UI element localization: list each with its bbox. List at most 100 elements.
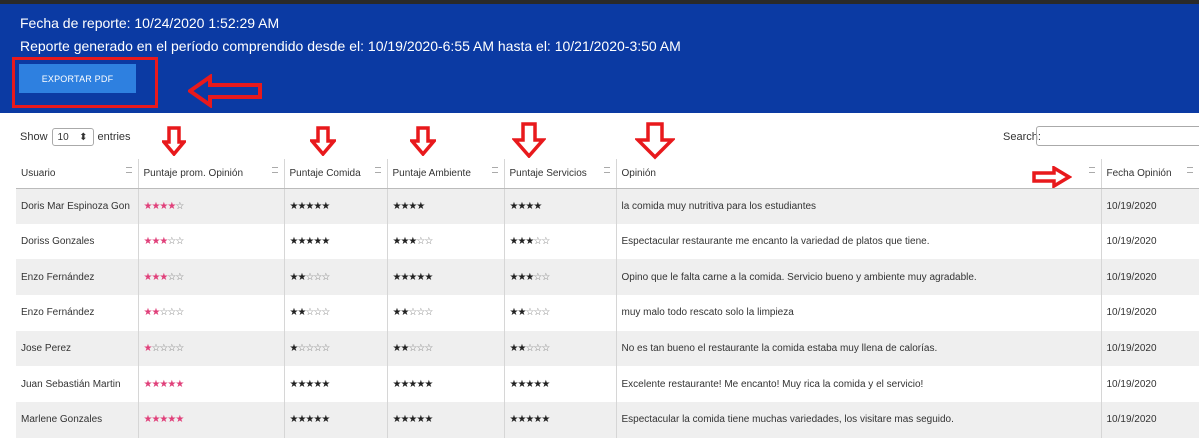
column-header-fecha-opinion[interactable]: Fecha Opinión xyxy=(1101,159,1199,189)
star-rating: ★★★★★ xyxy=(289,236,331,248)
cell-puntaje-ambiente: ★★★★★ xyxy=(387,259,505,296)
cell-fecha: 10/19/2020 xyxy=(1101,223,1199,260)
cell-fecha: 10/19/2020 xyxy=(1101,188,1199,224)
cell-puntaje-prom: ★★★★★ xyxy=(138,366,285,403)
cell-opinion: Espectacular restaurante me encanto la v… xyxy=(616,223,1102,260)
column-header-puntaje-servicios[interactable]: Puntaje Servicios xyxy=(504,159,617,189)
star-rating: ★★★★★ xyxy=(392,378,434,390)
star-rating: ★★★☆☆ xyxy=(392,236,434,248)
cell-fecha: 10/19/2020 xyxy=(1101,330,1199,367)
cell-puntaje-servicios: ★★★★★ xyxy=(504,366,617,403)
column-header-usuario[interactable]: Usuario xyxy=(16,159,139,189)
star-rating: ★★★☆☆ xyxy=(509,236,551,248)
star-rating: ★★★★★ xyxy=(143,414,185,426)
table-row[interactable]: Juan Sebastián Martin ★★★★★ ★★★★★ ★★★★★ ★★★★… xyxy=(16,366,1199,403)
table-row[interactable]: Enzo Fernández ★★☆☆☆ ★★☆☆☆ ★★☆☆☆ ★★☆☆☆ muy ma… xyxy=(16,295,1199,331)
annotation-down-arrow-icon xyxy=(635,122,675,160)
cell-puntaje-servicios: ★★★★★ xyxy=(504,402,617,438)
cell-usuario: Doriss Gonzales xyxy=(16,223,139,260)
star-rating: ★★☆☆☆ xyxy=(289,271,331,283)
cell-puntaje-servicios: ★★☆☆☆ xyxy=(504,295,617,331)
cell-puntaje-prom: ★★★★☆ xyxy=(138,188,285,224)
cell-puntaje-comida: ★☆☆☆☆ xyxy=(284,330,388,367)
cell-puntaje-servicios: ★★★☆☆ xyxy=(504,259,617,296)
star-rating: ★★★★ xyxy=(509,200,543,212)
cell-opinion: No es tan bueno el restaurante la comida… xyxy=(616,330,1102,367)
report-period: Reporte generado en el período comprendi… xyxy=(20,38,681,54)
sort-icon xyxy=(603,167,610,173)
star-rating: ★★★★★ xyxy=(509,414,551,426)
sort-icon xyxy=(271,167,278,173)
cell-fecha: 10/19/2020 xyxy=(1101,295,1199,331)
star-rating: ★★★★★ xyxy=(289,378,331,390)
star-rating: ★☆☆☆☆ xyxy=(143,343,185,355)
table-row[interactable]: Doris Mar Espinoza Gon ★★★★☆ ★★★★★ ★★★★ ★★★★… xyxy=(16,188,1199,224)
table-row[interactable]: Enzo Fernández ★★★☆☆ ★★☆☆☆ ★★★★★ ★★★☆☆ Opino … xyxy=(16,259,1199,296)
search-input[interactable] xyxy=(1036,126,1199,146)
entries-label: entries xyxy=(97,131,131,143)
cell-fecha: 10/19/2020 xyxy=(1101,402,1199,438)
cell-puntaje-comida: ★★★★★ xyxy=(284,366,388,403)
cell-puntaje-prom: ★★☆☆☆ xyxy=(138,295,285,331)
report-date: Fecha de reporte: 10/24/2020 1:52:29 AM xyxy=(20,15,280,31)
cell-opinion: Espectacular la comida tiene muchas vari… xyxy=(616,402,1102,438)
star-rating: ★★★★★ xyxy=(143,378,185,390)
sort-icon xyxy=(491,167,498,173)
star-rating: ★★★★☆ xyxy=(143,200,185,212)
star-rating: ★★☆☆☆ xyxy=(392,307,434,319)
star-rating: ★★★★★ xyxy=(392,271,434,283)
cell-usuario: Doris Mar Espinoza Gon xyxy=(16,188,139,224)
table-row[interactable]: Marlene Gonzales ★★★★★ ★★★★★ ★★★★★ ★★★★★ Espe… xyxy=(16,402,1199,438)
star-rating: ★★★☆☆ xyxy=(143,271,185,283)
sort-icon xyxy=(1088,167,1095,173)
star-rating: ★★☆☆☆ xyxy=(509,307,551,319)
sort-icon xyxy=(1186,167,1193,173)
annotation-left-arrow-icon xyxy=(188,74,262,108)
cell-opinion: la comida muy nutritiva para los estudia… xyxy=(616,188,1102,224)
table-row[interactable]: Jose Perez ★☆☆☆☆ ★☆☆☆☆ ★★☆☆☆ ★★☆☆☆ No es tan … xyxy=(16,330,1199,367)
cell-puntaje-ambiente: ★★★★★ xyxy=(387,402,505,438)
star-rating: ★★☆☆☆ xyxy=(509,343,551,355)
cell-puntaje-servicios: ★★★★ xyxy=(504,188,617,224)
star-rating: ★★☆☆☆ xyxy=(289,307,331,319)
cell-usuario: Jose Perez xyxy=(16,330,139,367)
column-header-puntaje-comida[interactable]: Puntaje Comida xyxy=(284,159,388,189)
cell-puntaje-ambiente: ★★☆☆☆ xyxy=(387,295,505,331)
star-rating: ★★☆☆☆ xyxy=(143,307,185,319)
cell-usuario: Enzo Fernández xyxy=(16,259,139,296)
export-pdf-button[interactable]: EXPORTAR PDF xyxy=(19,64,136,93)
cell-puntaje-ambiente: ★★★★★ xyxy=(387,366,505,403)
show-label: Show xyxy=(20,131,48,143)
cell-usuario: Juan Sebastián Martin xyxy=(16,366,139,403)
column-header-puntaje-ambiente[interactable]: Puntaje Ambiente xyxy=(387,159,505,189)
cell-fecha: 10/19/2020 xyxy=(1101,366,1199,403)
star-rating: ★★★☆☆ xyxy=(143,236,185,248)
annotation-down-arrow-icon xyxy=(162,126,186,156)
cell-fecha: 10/19/2020 xyxy=(1101,259,1199,296)
cell-puntaje-comida: ★★☆☆☆ xyxy=(284,295,388,331)
report-header: Fecha de reporte: 10/24/2020 1:52:29 AM … xyxy=(0,0,1199,113)
cell-puntaje-ambiente: ★★★☆☆ xyxy=(387,223,505,260)
table-row[interactable]: Doriss Gonzales ★★★☆☆ ★★★★★ ★★★☆☆ ★★★☆☆ Espec… xyxy=(16,223,1199,260)
star-rating: ★☆☆☆☆ xyxy=(289,343,331,355)
annotation-down-arrow-icon xyxy=(310,126,336,156)
column-header-puntaje-prom[interactable]: Puntaje prom. Opinión xyxy=(138,159,285,189)
table-header-row: Usuario Puntaje prom. Opinión Puntaje Co… xyxy=(16,159,1199,189)
entries-select[interactable]: 10 ⬍ xyxy=(51,128,94,146)
cell-puntaje-prom: ★★★★★ xyxy=(138,402,285,438)
cell-usuario: Marlene Gonzales xyxy=(16,402,139,438)
star-rating: ★★★★★ xyxy=(289,414,331,426)
star-rating: ★★☆☆☆ xyxy=(392,343,434,355)
cell-puntaje-comida: ★★★★★ xyxy=(284,402,388,438)
cell-puntaje-prom: ★☆☆☆☆ xyxy=(138,330,285,367)
cell-puntaje-comida: ★★★★★ xyxy=(284,223,388,260)
column-header-opinion[interactable]: Opinión xyxy=(616,159,1102,189)
sort-icon xyxy=(374,167,381,173)
star-rating: ★★★★★ xyxy=(392,414,434,426)
cell-puntaje-prom: ★★★☆☆ xyxy=(138,223,285,260)
cell-opinion: Opino que le falta carne a la comida. Se… xyxy=(616,259,1102,296)
annotation-down-arrow-icon xyxy=(512,122,546,158)
table-length-control: Show 10 ⬍ entries xyxy=(20,128,131,146)
cell-puntaje-servicios: ★★☆☆☆ xyxy=(504,330,617,367)
cell-opinion: Excelente restaurante! Me encanto! Muy r… xyxy=(616,366,1102,403)
